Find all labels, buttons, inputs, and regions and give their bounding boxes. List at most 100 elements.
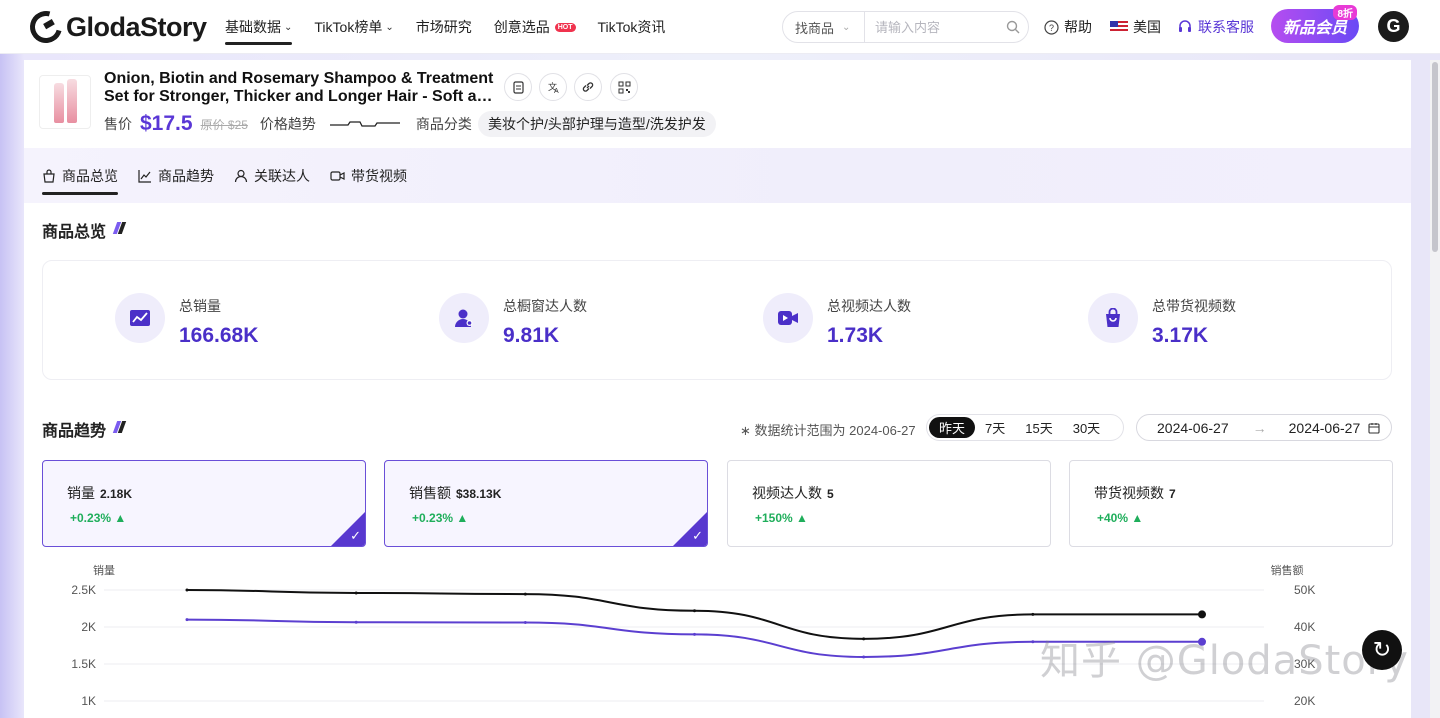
tab-related-creators[interactable]: 关联达人 [234,148,310,203]
nav-label: 市场研究 [415,19,472,35]
y-axis-label-left: 销量 [93,563,115,577]
link-button[interactable] [574,73,602,101]
product-title-line: Onion, Biotin and Rosemary Shampoo & Tre… [104,70,494,87]
product-title-line: Set for Stronger, Thicker and Longer Hai… [104,88,499,105]
nav-item-tiktok-news[interactable]: TikTok资讯 [598,0,666,54]
tab-label: 带货视频 [351,167,407,184]
nav-item-tiktok-ranking[interactable]: TikTok榜单 ⌄ [314,0,393,54]
metric-label-text: 销量 [67,485,95,501]
tab-product-overview[interactable]: 商品总览 [42,148,118,203]
price-row: 售价 $17.5 原价 $25 价格趋势 商品分类 [104,112,472,136]
page-scrollbar[interactable] [1430,60,1440,718]
data-point [523,621,527,625]
y-tick-right: 50K [1294,583,1315,597]
bag-icon [43,168,55,183]
period-7d-button[interactable]: 7天 [975,417,1015,438]
period-15d-button[interactable]: 15天 [1015,417,1062,438]
data-point [1031,612,1035,616]
person-icon [234,169,248,182]
stat-value: 9.81K [503,324,560,347]
search-input[interactable] [865,19,998,35]
metric-card-revenue[interactable]: 销售额 $38.13K +0.23% ▲ ✓ [384,460,708,547]
customer-service-link[interactable]: 联系客服 [1177,0,1254,54]
qrcode-button[interactable] [610,73,638,101]
brand-logo[interactable]: GlodaStory [24,5,207,49]
stat-value: 3.17K [1152,324,1209,347]
date-start[interactable]: 2024-06-27 [1157,420,1229,436]
trend-icon [138,169,151,183]
translate-icon: 文A [548,81,559,94]
data-point [862,637,866,641]
metric-label: 销量 2.18K [67,483,132,503]
y-tick-left: 1.5K [71,657,96,671]
metric-label-text: 带货视频数 [1094,485,1164,501]
metric-delta: +40% ▲ [1097,511,1143,525]
vip-membership-button[interactable]: 新品会员 8折 [1271,5,1359,43]
nav-item-basic-data[interactable]: 基础数据 ⌄ [225,0,293,54]
watermark-logo: ↻ [1362,630,1402,670]
user-avatar[interactable]: G [1378,11,1409,42]
delta-text: +0.23% [70,511,112,525]
search-icon[interactable] [998,20,1028,34]
metric-delta: +150% ▲ [755,511,808,525]
bottle-shape [53,83,64,123]
nav-item-market-research[interactable]: 市场研究 [416,0,472,54]
price-trend-label: 价格趋势 [259,116,316,132]
video-icon [330,170,345,181]
tab-sales-videos[interactable]: 带货视频 [330,148,407,203]
data-point [1031,640,1035,644]
tab-product-trend[interactable]: 商品趋势 [138,148,214,203]
period-selector: 昨天 7天 15天 30天 [926,414,1124,441]
copy-button[interactable] [504,73,532,101]
stat-label: 总带货视频数 [1152,298,1236,314]
bag-icon [1088,293,1138,343]
chart-icon [115,293,165,343]
translate-button[interactable]: 文A [539,73,567,101]
metric-card-sales[interactable]: 销量 2.18K +0.23% ▲ ✓ [42,460,366,547]
price-label: 售价 [104,116,132,132]
nav-label: TikTok榜单 [314,19,383,35]
metric-card-sales-videos[interactable]: 带货视频数 7 +40% ▲ [1069,460,1393,547]
price-trend-sparkline[interactable] [329,117,400,131]
range-note-text: 数据统计范围为 2024-06-27 [754,423,916,438]
overview-stats-panel: 总销量 166.68K 总橱窗达人数 9.81K 总视频达人数 1.73K 总带货视频… [42,260,1392,380]
chevron-down-icon: ⌄ [385,21,394,33]
section-title-text: 商品总览 [42,224,107,241]
nav-item-creative-selection[interactable]: 创意选品 HOT [494,0,576,54]
stat-value: 1.73K [827,324,884,347]
period-yesterday-button[interactable]: 昨天 [929,417,976,438]
nav-label: 创意选品 [493,19,550,35]
metric-value: 5 [827,487,834,501]
search-type-select[interactable]: 找商品 ⌄ [783,12,865,42]
product-image[interactable] [39,75,91,129]
vip-discount-badge: 8折 [1333,5,1357,20]
category-label: 商品分类 [415,116,472,132]
copy-icon [512,80,524,94]
data-point [693,632,696,636]
metric-value: $38.13K [456,487,502,501]
headset-icon [1179,20,1191,32]
date-range-picker[interactable]: 2024-06-27 → 2024-06-27 [1136,414,1392,441]
region-select[interactable]: 美国 [1110,0,1161,54]
period-30d-button[interactable]: 30天 [1063,417,1110,438]
metric-card-video-creators[interactable]: 视频达人数 5 +150% ▲ [727,460,1051,547]
stat-video-creators: 总视频达人数 1.73K [763,293,911,348]
arrow-up-icon: ▲ [1131,511,1144,525]
stats-range-note: ∗ 数据统计范围为 2024-06-27 [740,423,916,438]
us-flag-icon [1110,21,1128,33]
arrow-right-icon: → [1252,419,1267,436]
data-point [862,655,866,659]
scrollbar-thumb[interactable] [1432,62,1438,252]
stat-label: 总橱窗达人数 [503,298,587,314]
tab-label: 商品总览 [62,167,118,184]
category-chip[interactable]: 美妆个护/头部护理与造型/洗发护发 [478,111,716,137]
check-icon: ✓ [692,528,703,543]
date-end[interactable]: 2024-06-27 [1289,420,1361,436]
svg-text:?: ? [1049,23,1054,33]
metric-label: 带货视频数 7 [1094,483,1176,503]
help-link[interactable]: ? 帮助 [1044,0,1092,54]
region-label: 美国 [1133,19,1161,35]
search-type-label: 找商品 [795,20,835,36]
original-price: 原价 $25 [200,117,248,132]
metric-label: 视频达人数 5 [752,483,834,503]
